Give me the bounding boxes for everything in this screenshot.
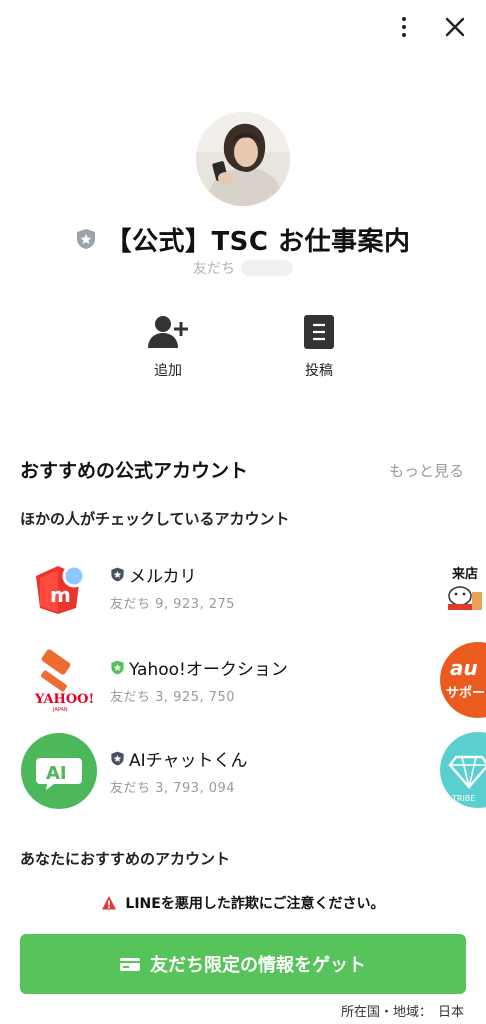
add-friend-button[interactable]: 追加 <box>128 312 208 380</box>
add-friend-icon <box>148 316 188 348</box>
official-badge-icon <box>111 660 124 675</box>
side-item-text: au <box>450 656 478 680</box>
region-info: 所在国・地域： 日本 <box>341 1001 464 1020</box>
svg-text:AI: AI <box>46 763 67 784</box>
side-item-text: 来店 <box>451 566 478 582</box>
svg-text:YAHOO!: YAHOO! <box>34 692 94 707</box>
posts-label: 投稿 <box>305 363 333 379</box>
get-friend-info-button[interactable]: 友だち限定の情報をゲット <box>20 934 466 994</box>
cta-label: 友だち限定の情報をゲット <box>150 955 366 976</box>
friends-count-blurred <box>241 260 293 276</box>
warning-icon <box>102 896 117 910</box>
mercari-logo-icon: m <box>20 548 98 626</box>
recommended-item-mercari[interactable]: m メルカリ 友だち 9, 923, 275 <box>20 547 440 627</box>
for-you-title: あなたにおすすめのアカウント <box>20 850 231 868</box>
account-name: 【公式】TSC お仕事案内 <box>105 226 411 257</box>
top-bar <box>0 0 486 56</box>
recommended-item-name: メルカリ <box>129 567 197 587</box>
wallet-icon <box>120 958 140 971</box>
posts-button[interactable]: 投稿 <box>279 312 359 380</box>
side-item-tribe[interactable]: TRIBE <box>438 731 486 809</box>
official-badge-icon <box>111 751 124 766</box>
yahoo-auction-logo-icon: YAHOO! JAPAN <box>20 641 98 719</box>
fraud-warning: LINEを悪用した詐欺にご注意ください。 <box>0 893 486 913</box>
svg-text:JAPAN: JAPAN <box>52 707 68 713</box>
ai-chat-logo-icon: AI <box>20 732 98 810</box>
official-badge-icon <box>77 229 96 249</box>
recommended-subtitle: ほかの人がチェックしているアカウント <box>20 510 290 528</box>
warning-text: LINEを悪用した詐欺にご注意ください。 <box>125 896 385 912</box>
side-item-store[interactable]: 来店 <box>438 550 486 628</box>
recommended-item-yahoo-auction[interactable]: YAHOO! JAPAN Yahoo!オークション 友だち 3, 925, 75… <box>20 640 440 720</box>
recommended-item-name: Yahoo!オークション <box>129 660 288 680</box>
region-label: 所在国・地域： <box>340 1005 432 1020</box>
more-vertical-icon[interactable] <box>390 12 418 42</box>
see-more-link[interactable]: もっと見る <box>389 460 464 481</box>
recommended-item-ai-chat[interactable]: AI AIチャットくん 友だち 3, 793, 094 <box>20 731 440 811</box>
recommended-item-count: 友だち 9, 923, 275 <box>110 597 236 612</box>
profile-avatar[interactable] <box>196 112 290 206</box>
recommended-item-name: AIチャットくん <box>129 751 248 771</box>
friends-label: 友だち <box>193 261 235 277</box>
recommended-title: おすすめの公式アカウント <box>20 460 249 482</box>
close-icon[interactable] <box>440 12 470 42</box>
svg-text:m: m <box>50 583 71 607</box>
account-name-row: 【公式】TSC お仕事案内 <box>0 218 486 260</box>
side-item-au-support[interactable]: au サポー <box>438 641 486 719</box>
side-item-text: TRIBE <box>451 794 475 803</box>
friends-count: 友だち <box>0 258 486 278</box>
add-friend-label: 追加 <box>154 363 182 379</box>
side-item-subtext: サポー <box>446 685 485 701</box>
recommended-item-count: 友だち 3, 925, 750 <box>110 690 236 705</box>
region-value: 日本 <box>437 1005 464 1020</box>
official-badge-icon <box>111 567 124 582</box>
posts-icon <box>304 315 334 349</box>
recommended-item-count: 友だち 3, 793, 094 <box>110 781 236 796</box>
